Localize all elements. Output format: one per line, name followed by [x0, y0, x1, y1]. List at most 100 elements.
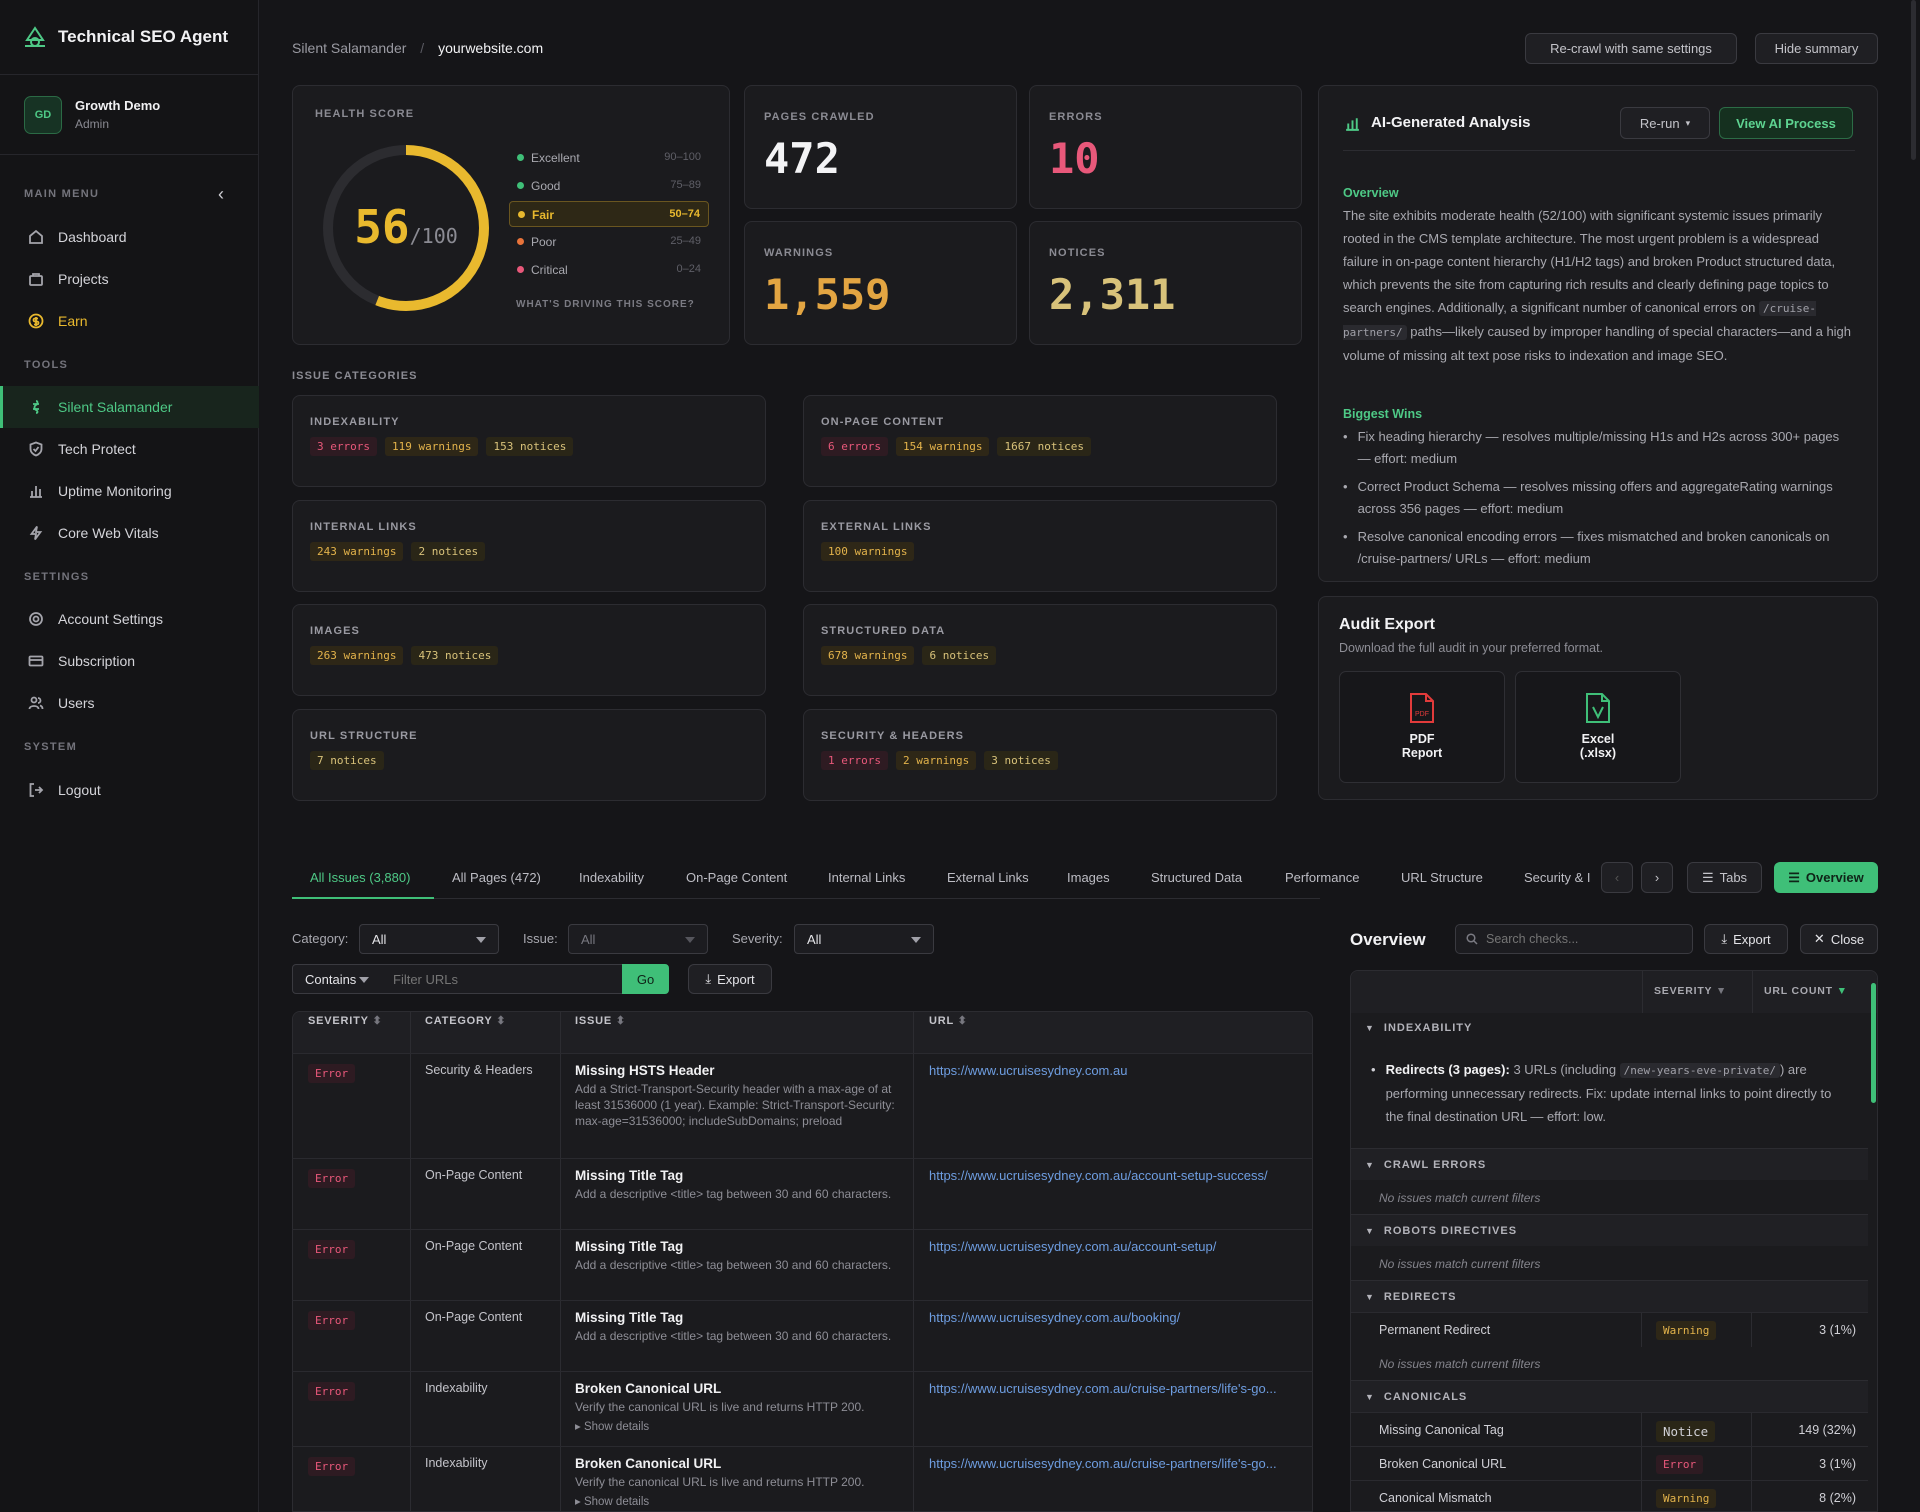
whats-driving-link[interactable]: WHAT'S DRIVING THIS SCORE? — [516, 299, 695, 310]
page-scrollbar[interactable] — [1911, 0, 1916, 160]
chevron-down-icon — [359, 977, 369, 983]
errors-card: ERRORS 10 — [1029, 85, 1302, 209]
issue-url-link[interactable]: https://www.ucruisesydney.com.au — [929, 1063, 1304, 1078]
show-details-toggle[interactable]: ▸ Show details — [575, 1494, 905, 1508]
pdf-report-button[interactable]: PDF PDF Report — [1339, 671, 1505, 783]
issue-url-link[interactable]: https://www.ucruisesydney.com.au/account… — [929, 1239, 1304, 1254]
rerun-button[interactable]: Re-run ▾ — [1620, 107, 1710, 139]
view-ai-process-button[interactable]: View AI Process — [1719, 107, 1853, 139]
nav-uptime-monitoring[interactable]: Uptime Monitoring — [0, 470, 259, 512]
check-row[interactable]: Missing Canonical Tag Notice 149 (32%) — [1351, 1412, 1868, 1447]
nav-logout[interactable]: Logout — [0, 769, 259, 811]
category-card-structured-data[interactable]: STRUCTURED DATA 678 warnings 6 notices — [803, 604, 1277, 696]
tab-indexability[interactable]: Indexability — [579, 870, 644, 885]
warning-count-badge: 263 warnings — [310, 646, 404, 665]
search-checks-input[interactable] — [1486, 932, 1686, 946]
crawl-errors-group[interactable]: ▼ CRAWL ERRORS — [1351, 1148, 1868, 1180]
nav-account-settings[interactable]: Account Settings — [0, 598, 259, 640]
check-row[interactable]: Permanent Redirect Warning 3 (1%) — [1351, 1312, 1868, 1347]
nav-projects[interactable]: Projects — [0, 258, 259, 300]
col-header-url[interactable]: URL ⬍ — [929, 1014, 968, 1027]
tabs-scroll-right-button[interactable]: › — [1641, 862, 1673, 893]
tab-all-issues-3-880[interactable]: All Issues (3,880) — [310, 870, 410, 885]
check-row[interactable]: Canonical Mismatch Warning 8 (2%) — [1351, 1480, 1868, 1512]
export-issues-button[interactable]: ⤓ Export — [688, 964, 772, 994]
tab-security-i[interactable]: Security & I — [1524, 870, 1594, 885]
recrawl-button[interactable]: Re-crawl with same settings — [1525, 33, 1737, 64]
tab-performance[interactable]: Performance — [1285, 870, 1359, 885]
go-button[interactable]: Go — [622, 964, 669, 994]
issue-url-link[interactable]: https://www.ucruisesydney.com.au/cruise-… — [929, 1381, 1304, 1396]
overview-col-severity[interactable]: SEVERITY ▼ — [1654, 985, 1727, 997]
nav-users[interactable]: Users — [0, 682, 259, 724]
legend-dot — [517, 154, 524, 161]
nav-dashboard[interactable]: Dashboard — [0, 216, 259, 258]
excel-label-2: (.xlsx) — [1579, 746, 1617, 760]
table-row[interactable]: Error Indexability Broken Canonical URL Ver… — [292, 1371, 1313, 1446]
issue-url-link[interactable]: https://www.ucruisesydney.com.au/account… — [929, 1168, 1304, 1183]
issue-select[interactable]: All — [568, 924, 708, 954]
redirects-group[interactable]: ▼ REDIRECTS — [1351, 1280, 1868, 1312]
issue-url-link[interactable]: https://www.ucruisesydney.com.au/cruise-… — [929, 1456, 1304, 1471]
table-row[interactable]: Error On-Page Content Missing Title Tag Add… — [292, 1300, 1313, 1371]
tabs-scroll-left-button[interactable]: ‹ — [1601, 862, 1633, 893]
hide-summary-button[interactable]: Hide summary — [1755, 33, 1878, 64]
tab-images[interactable]: Images — [1067, 870, 1110, 885]
category-card-url-structure[interactable]: URL STRUCTURE 7 notices — [292, 708, 766, 801]
severity-select[interactable]: All — [794, 924, 934, 954]
agent-logo-icon — [25, 26, 45, 47]
overview-close-button[interactable]: ✕ Close — [1800, 924, 1878, 954]
category-card-internal-links[interactable]: INTERNAL LINKS 243 warnings 2 notices — [292, 499, 766, 592]
tab-url-structure[interactable]: URL Structure — [1401, 870, 1483, 885]
indexability-group-header[interactable]: ▼ INDEXABILITY — [1351, 1013, 1868, 1043]
category-card-external-links[interactable]: EXTERNAL LINKS 100 warnings — [803, 499, 1277, 592]
tabs-button[interactable]: ☰ Tabs — [1687, 862, 1762, 893]
tab-on-page-content[interactable]: On-Page Content — [686, 870, 787, 885]
nav-tech-protect[interactable]: Tech Protect — [0, 428, 259, 470]
audit-export-card: Audit Export Download the full audit in … — [1318, 596, 1878, 800]
legend-item-critical: Critical 0–24 — [509, 257, 709, 283]
table-row[interactable]: Error On-Page Content Missing Title Tag Add… — [292, 1158, 1313, 1229]
overview-col-url-count[interactable]: URL COUNT ▼ — [1764, 985, 1848, 997]
filter-urls-input[interactable] — [381, 964, 623, 994]
tab-structured-data[interactable]: Structured Data — [1151, 870, 1242, 885]
nav-silent-salamander[interactable]: Silent Salamander — [0, 386, 259, 428]
tab-external-links[interactable]: External Links — [947, 870, 1029, 885]
table-row[interactable]: Error Security & Headers Missing HSTS Head… — [292, 1053, 1313, 1158]
category-name: URL STRUCTURE — [310, 729, 418, 742]
check-row[interactable]: Broken Canonical URL Error 3 (1%) — [1351, 1446, 1868, 1481]
breadcrumb-project[interactable]: Silent Salamander — [292, 40, 406, 56]
category-card-on-page-content[interactable]: ON-PAGE CONTENT 6 errors 154 warnings 1667 … — [803, 395, 1277, 487]
category-select[interactable]: All — [359, 924, 499, 954]
tab-all-pages-472[interactable]: All Pages (472) — [452, 870, 541, 885]
contains-select[interactable]: Contains — [292, 964, 382, 994]
issue-url-link[interactable]: https://www.ucruisesydney.com.au/booking… — [929, 1310, 1304, 1325]
show-details-toggle[interactable]: ▸ Show details — [575, 1419, 905, 1433]
table-row[interactable]: Error Indexability Broken Canonical URL Ver… — [292, 1446, 1313, 1512]
col-header-issue[interactable]: ISSUE ⬍ — [575, 1014, 626, 1027]
tab-internal-links[interactable]: Internal Links — [828, 870, 905, 885]
overview-toggle-button[interactable]: ☰ Overview — [1774, 862, 1878, 893]
nav-earn[interactable]: Earn — [0, 300, 259, 342]
excel-export-button[interactable]: Excel (.xlsx) — [1515, 671, 1681, 783]
table-row[interactable]: Error On-Page Content Missing Title Tag Add… — [292, 1229, 1313, 1300]
scrollbar-thumb[interactable] — [1871, 983, 1876, 1103]
category-filter-label: Category: — [292, 931, 349, 946]
canonicals-group[interactable]: ▼ CANONICALS — [1351, 1380, 1868, 1412]
overview-export-button[interactable]: ⤓ Export — [1704, 924, 1788, 954]
chevron-down-icon — [911, 937, 921, 943]
col-header-category[interactable]: CATEGORY ⬍ — [425, 1014, 506, 1027]
category-card-security-headers[interactable]: SECURITY & HEADERS 1 errors 2 warnings 3 no… — [803, 708, 1277, 801]
issue-description: Add a descriptive <title> tag between 30… — [575, 1258, 892, 1272]
robots-directives-group[interactable]: ▼ ROBOTS DIRECTIVES — [1351, 1214, 1868, 1246]
col-header-severity[interactable]: SEVERITY ⬍ — [308, 1014, 383, 1027]
nav-core-web-vitals[interactable]: Core Web Vitals — [0, 512, 259, 554]
notice-count-badge: 6 notices — [922, 646, 997, 665]
search-checks-field[interactable] — [1455, 924, 1693, 954]
category-card-images[interactable]: IMAGES 263 warnings 473 notices — [292, 604, 766, 696]
nav-subscription[interactable]: Subscription — [0, 640, 259, 682]
collapse-sidebar-icon[interactable]: ‹ — [218, 184, 224, 205]
user-card[interactable]: GD Growth Demo Admin — [0, 75, 258, 155]
logout-icon — [29, 783, 44, 797]
category-card-indexability[interactable]: INDEXABILITY 3 errors 119 warnings 153 noti… — [292, 395, 766, 487]
